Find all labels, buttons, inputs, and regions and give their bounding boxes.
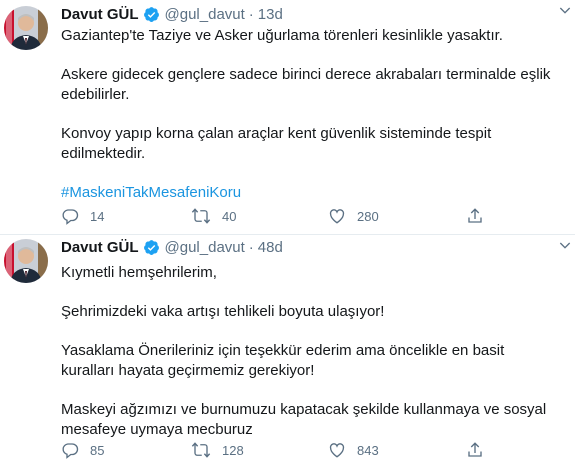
avatar[interactable] [4,6,48,50]
retweet-button[interactable]: 40 [191,207,236,225]
tweet[interactable]: Davut GÜL @gul_davut · 13d Gaziantep'te … [0,0,575,235]
reply-icon [62,443,79,459]
tweet-paragraph: Askere gidecek gençlere sadece birinci d… [61,66,551,103]
avatar[interactable] [4,239,48,283]
separator-dot: · [248,5,254,23]
tweet-paragraph: Konvoy yapıp korna çalan araçlar kent gü… [61,125,492,162]
tweet-text: Kıymetli hemşehrilerim, Şehrimizdeki vak… [61,263,559,440]
like-button[interactable]: 843 [328,441,379,459]
tweet[interactable]: Davut GÜL @gul_davut · 48d Kıymetli hemş… [0,235,575,469]
verified-badge-icon [143,6,160,23]
share-icon [468,208,482,223]
tweet-text: Gaziantep'te Taziye ve Asker uğurlama tö… [61,26,559,203]
tweet-header: Davut GÜL @gul_davut · 48d [61,237,559,257]
hashtag-link[interactable]: #MaskeniTakMesafeniKoru [61,183,559,203]
share-button[interactable] [466,207,484,225]
share-icon [468,442,482,457]
chevron-down-icon[interactable] [557,237,573,258]
like-button[interactable]: 280 [328,207,379,225]
separator-dot: · [248,238,254,256]
retweet-button[interactable]: 128 [191,441,244,459]
tweet-paragraph: Maskeyi ağzımızı ve burnumuzu kapatacak … [61,401,547,438]
reply-button[interactable]: 14 [61,207,104,225]
retweet-icon [191,208,211,224]
timestamp[interactable]: 48d [258,239,283,256]
share-button[interactable] [466,441,484,459]
reply-icon [62,209,79,225]
profile-photo-icon [4,239,48,283]
like-count: 280 [357,208,379,224]
verified-badge-icon [143,239,160,256]
reply-button[interactable]: 85 [61,441,104,459]
tweet-header: Davut GÜL @gul_davut · 13d [61,4,559,24]
heart-icon [329,209,345,224]
timestamp[interactable]: 13d [258,6,283,23]
profile-photo-icon [4,6,48,50]
retweet-icon [191,442,211,458]
tweet-paragraph: Şehrimizdeki vaka artışı tehlikeli boyut… [61,303,385,320]
author-name[interactable]: Davut GÜL [61,6,139,23]
retweet-count: 40 [222,208,237,224]
author-handle[interactable]: @gul_davut [165,6,245,23]
tweet-paragraph: Kıymetli hemşehrilerim, [61,264,217,281]
reply-count: 85 [90,442,105,458]
author-handle[interactable]: @gul_davut [165,239,245,256]
tweet-paragraph: Gaziantep'te Taziye ve Asker uğurlama tö… [61,27,503,44]
like-count: 843 [357,442,379,458]
heart-icon [329,443,345,458]
reply-count: 14 [90,208,105,224]
author-name[interactable]: Davut GÜL [61,239,139,256]
chevron-down-icon[interactable] [557,2,573,23]
retweet-count: 128 [222,442,244,458]
tweet-paragraph: Yasaklama Önerileriniz için teşekkür ede… [61,342,505,379]
